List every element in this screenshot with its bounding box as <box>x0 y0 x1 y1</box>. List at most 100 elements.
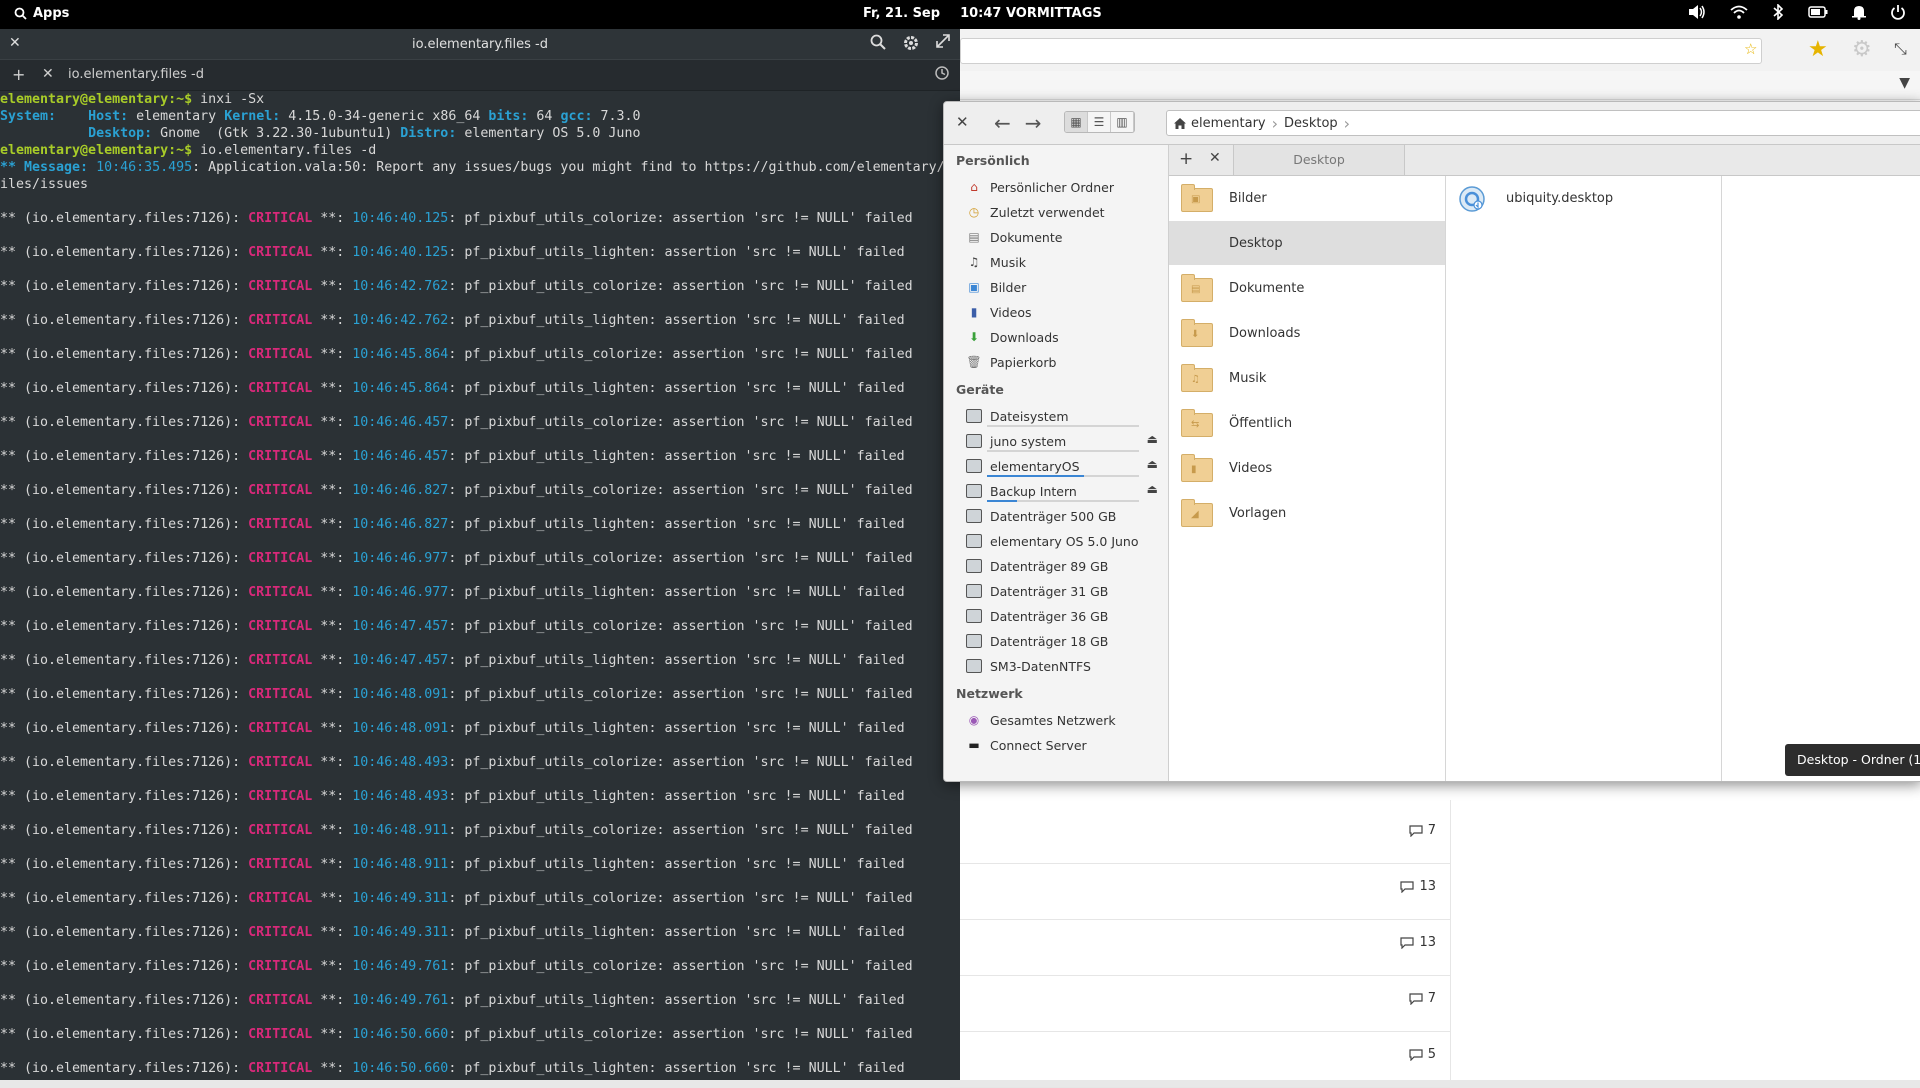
file-item[interactable]: ubiquity.desktop <box>1446 176 1721 220</box>
terminal-line: System: Host: elementary Kernel: 4.15.0-… <box>0 109 641 124</box>
history-icon[interactable] <box>934 65 950 81</box>
folder-name: Öffentlich <box>1229 415 1293 431</box>
sidebar-item-persönlicher-ordner[interactable]: ⌂ Persönlicher Ordner <box>966 176 1162 198</box>
folder-name: Dokumente <box>1229 280 1305 296</box>
sidebar-item-bilder[interactable]: ▣ Bilder <box>966 276 1162 298</box>
terminal-line: ** (io.elementary.files:7126): CRITICAL … <box>0 449 905 464</box>
close-tab-icon[interactable]: ✕ <box>42 66 54 82</box>
column-view-icon[interactable]: ▥ <box>1111 112 1134 132</box>
folder-item-dokumente[interactable]: ▤ Dokumente <box>1169 266 1445 310</box>
close-tab-icon[interactable]: ✕ <box>1209 150 1221 166</box>
eject-icon[interactable]: ⏏ <box>1147 432 1158 446</box>
sidebar-item-juno-system[interactable]: juno system ⏏ <box>966 430 1162 452</box>
sidebar-item-dokumente[interactable]: ▤ Dokumente <box>966 226 1162 248</box>
issue-row[interactable]: 13 <box>950 919 1450 976</box>
url-bar[interactable] <box>960 38 1762 64</box>
sidebar-item-datenträger-36-gb[interactable]: Datenträger 36 GB <box>966 605 1162 627</box>
indicator-area <box>1688 4 1906 20</box>
sidebar-item-datenträger-89-gb[interactable]: Datenträger 89 GB <box>966 555 1162 577</box>
chevron-down-icon[interactable]: ▼ <box>1899 75 1910 91</box>
folder-item-downloads[interactable]: ⬇ Downloads <box>1169 311 1445 355</box>
sidebar-item-label: Videos <box>990 304 1032 320</box>
sidebar-item-elementary-os-5-0-juno[interactable]: elementary OS 5.0 Juno <box>966 530 1162 552</box>
sidebar-item-gesamtes-netzwerk[interactable]: ◉ Gesamtes Netzwerk <box>966 709 1162 731</box>
comment-count: 13 <box>1400 935 1436 950</box>
new-tab-button[interactable]: + <box>1179 149 1193 169</box>
applications-menu[interactable]: Apps <box>14 6 69 21</box>
battery-icon[interactable] <box>1808 5 1828 19</box>
tab-label[interactable]: io.elementary.files -d <box>68 67 204 82</box>
sidebar-item-downloads[interactable]: ⬇ Downloads <box>966 326 1162 348</box>
sidebar-item-datenträger-18-gb[interactable]: Datenträger 18 GB <box>966 630 1162 652</box>
sidebar-heading: Geräte <box>956 382 1004 397</box>
sidebar-item-sm3-datenntfs[interactable]: SM3-DatenNTFS <box>966 655 1162 677</box>
settings-gear-icon[interactable] <box>902 34 920 52</box>
sidebar-item-dateisystem[interactable]: Dateisystem <box>966 405 1162 427</box>
sidebar-item-videos[interactable]: ▮ Videos <box>966 301 1162 323</box>
back-arrow-icon[interactable]: ← <box>994 111 1011 135</box>
desktop-file-icon <box>1458 185 1488 212</box>
grid-view-icon[interactable]: ▦ <box>1065 112 1088 132</box>
wifi-icon[interactable] <box>1730 4 1748 20</box>
datetime-indicator[interactable]: Fr, 21. Sep 10:47 VORMITTAGS <box>863 6 1102 21</box>
folder-icon: ▮ <box>1181 454 1213 482</box>
fullscreen-icon[interactable] <box>936 34 950 48</box>
sidebar-item-label: elementaryOS <box>990 458 1080 474</box>
terminal-line: ** (io.elementary.files:7126): CRITICAL … <box>0 857 905 872</box>
terminal-window: ✕ io.elementary.files -d + ✕ io.elementa… <box>0 29 960 1080</box>
notifications-icon[interactable] <box>1852 4 1866 20</box>
sidebar-item-backup-intern[interactable]: Backup Intern ⏏ <box>966 480 1162 502</box>
server-icon: ▬ <box>968 738 980 752</box>
terminal-line: ** (io.elementary.files:7126): CRITICAL … <box>0 721 905 736</box>
breadcrumb-desktop[interactable]: Desktop <box>1278 116 1344 131</box>
drive-icon <box>966 583 982 599</box>
new-tab-button[interactable]: + <box>12 65 25 84</box>
comment-count: 7 <box>1409 823 1436 838</box>
sidebar-item-musik[interactable]: ♫ Musik <box>966 251 1162 273</box>
sidebar-item-elementaryos[interactable]: elementaryOS ⏏ <box>966 455 1162 477</box>
folder-item-desktop[interactable]: Desktop <box>1169 221 1445 265</box>
folder-item-videos[interactable]: ▮ Videos <box>1169 446 1445 490</box>
folder-item-öffentlich[interactable]: ⇆ Öffentlich <box>1169 401 1445 445</box>
terminal-line: ** (io.elementary.files:7126): CRITICAL … <box>0 1061 905 1076</box>
search-icon[interactable] <box>870 34 886 50</box>
issue-row[interactable]: 7 <box>950 975 1450 1032</box>
folder-item-vorlagen[interactable]: ◢ Vorlagen <box>1169 491 1445 535</box>
sidebar-heading: Persönlich <box>956 153 1030 168</box>
eject-icon[interactable]: ⏏ <box>1147 482 1158 496</box>
sidebar-item-datenträger-31-gb[interactable]: Datenträger 31 GB <box>966 580 1162 602</box>
downloads-icon: ⬇ <box>968 330 980 344</box>
issue-row[interactable]: 7 <box>950 807 1450 864</box>
sidebar-item-connect-server[interactable]: ▬ Connect Server <box>966 734 1162 756</box>
drive-icon <box>966 458 982 474</box>
close-icon[interactable]: ✕ <box>956 113 969 131</box>
bluetooth-icon[interactable] <box>1772 4 1784 20</box>
close-icon[interactable]: ⤡ <box>1894 39 1907 59</box>
settings-gear-icon[interactable]: ⚙ <box>1852 37 1872 62</box>
breadcrumb[interactable]: elementary › Desktop › <box>1166 110 1920 136</box>
sidebar-item-datenträger-500-gb[interactable]: Datenträger 500 GB <box>966 505 1162 527</box>
terminal-line: ** (io.elementary.files:7126): CRITICAL … <box>0 245 905 260</box>
power-icon[interactable] <box>1890 4 1906 20</box>
list-view-icon[interactable]: ☰ <box>1088 112 1111 132</box>
issue-row[interactable]: 5 <box>950 1031 1450 1088</box>
bookmarks-icon[interactable]: ★ <box>1808 37 1828 62</box>
folder-item-bilder[interactable]: ▣ Bilder <box>1169 176 1445 220</box>
folder-item-musik[interactable]: ♫ Musik <box>1169 356 1445 400</box>
issue-row[interactable]: 13 <box>950 863 1450 920</box>
terminal-line: ** (io.elementary.files:7126): CRITICAL … <box>0 993 905 1008</box>
bookmark-star-icon[interactable]: ☆ <box>1744 40 1757 58</box>
sidebar-item-papierkorb[interactable]: 🗑 Papierkorb <box>966 351 1162 373</box>
eject-icon[interactable]: ⏏ <box>1147 457 1158 471</box>
drive-icon <box>966 558 982 574</box>
sidebar-item-zuletzt-verwendet[interactable]: ◷ Zuletzt verwendet <box>966 201 1162 223</box>
sidebar-item-label: Connect Server <box>990 737 1087 753</box>
volume-icon[interactable] <box>1688 4 1706 20</box>
breadcrumb-home[interactable]: elementary <box>1167 116 1272 131</box>
tab-desktop[interactable]: Desktop <box>1233 145 1405 175</box>
sidebar-item-label: Datenträger 89 GB <box>990 558 1109 574</box>
terminal-line: ** (io.elementary.files:7126): CRITICAL … <box>0 347 913 362</box>
forward-arrow-icon[interactable]: → <box>1025 111 1042 135</box>
terminal-output[interactable]: elementary@elementary:~$ inxi -Sx System:… <box>0 91 953 1077</box>
